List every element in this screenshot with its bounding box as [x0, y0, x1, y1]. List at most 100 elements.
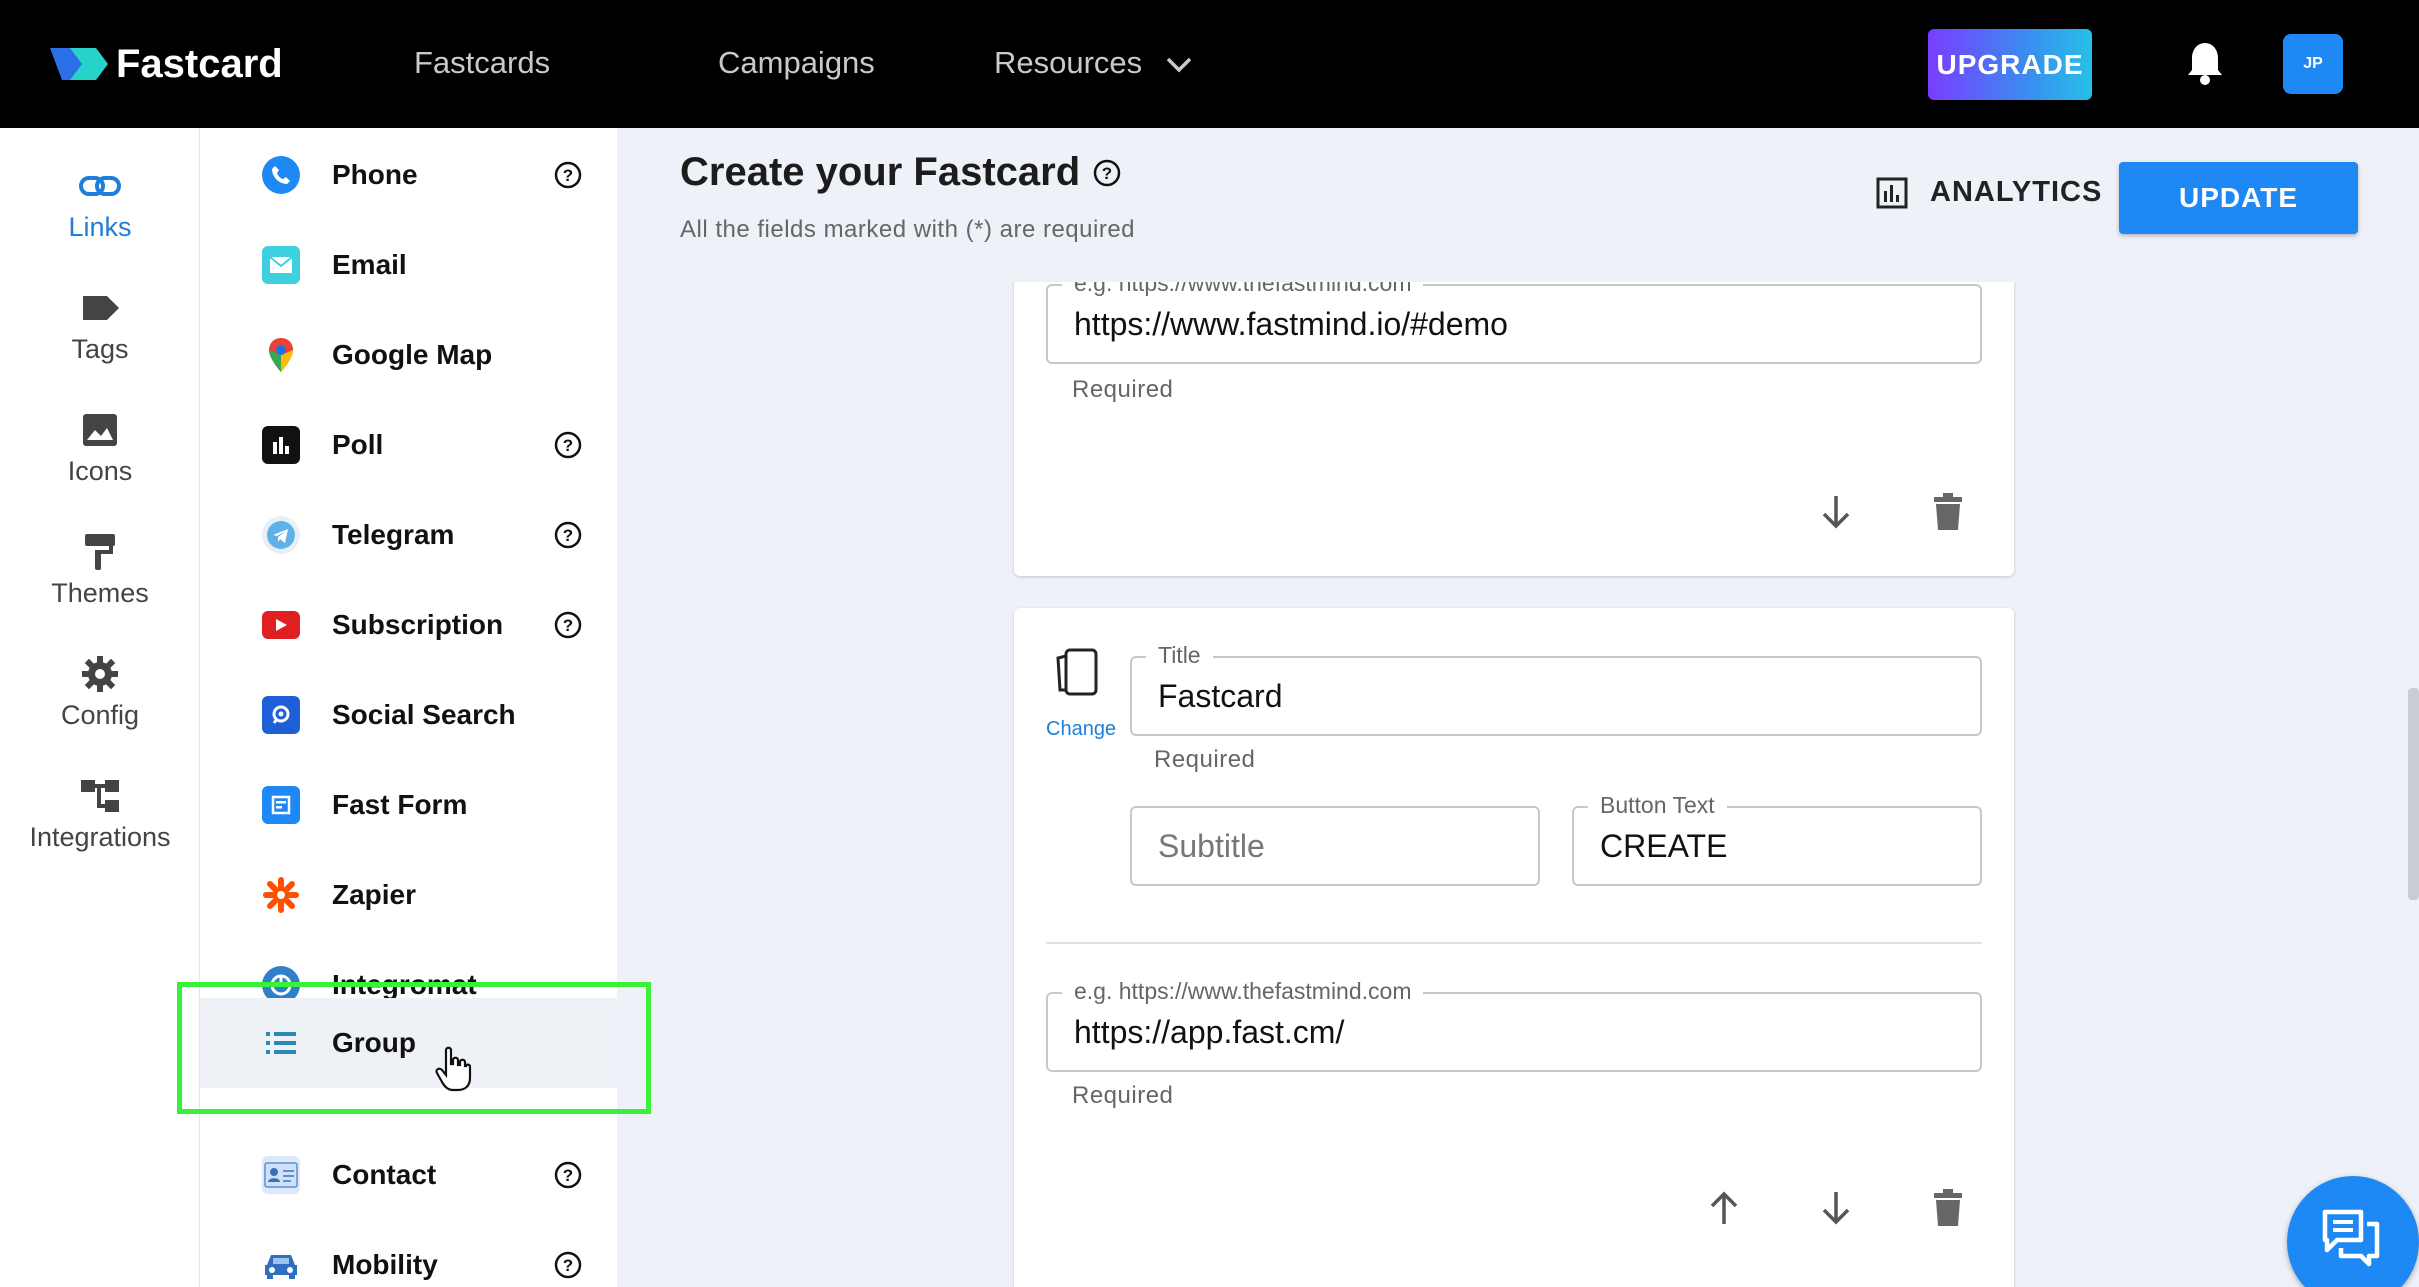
image-icon	[83, 414, 117, 446]
rail-label-themes: Themes	[51, 578, 149, 608]
chat-icon	[2322, 1209, 2380, 1267]
link-type-label: Integromat	[332, 969, 477, 1000]
link-type-label: Mobility	[332, 1249, 438, 1280]
svg-text:?: ?	[563, 1166, 573, 1185]
link-type-fast-form[interactable]: Fast Form	[200, 760, 617, 850]
fast-form-icon	[262, 786, 300, 824]
link-type-telegram[interactable]: Telegram ?	[200, 490, 617, 580]
link-card: e.g. https://www.thefastmind.com https:/…	[1014, 282, 2014, 576]
link-type-label: Subscription	[332, 609, 504, 640]
link-card-fastcard: Change Title Fastcard Required Subtitle …	[1014, 608, 2014, 1287]
subtitle-field[interactable]: Subtitle	[1130, 806, 1540, 886]
rail-label-integrations: Integrations	[29, 822, 171, 852]
page-subtitle: All the fields marked with (*) are requi…	[680, 216, 1136, 243]
links-editor[interactable]: e.g. https://www.thefastmind.com https:/…	[617, 282, 2419, 1287]
telegram-icon	[262, 516, 300, 554]
arrow-down-icon[interactable]	[1814, 490, 1858, 534]
trash-icon[interactable]	[1926, 490, 1970, 534]
rail-item-tags[interactable]: Tags	[0, 288, 200, 365]
rail-item-icons[interactable]: Icons	[0, 410, 200, 487]
page-title-text: Create your Fastcard	[680, 150, 1081, 194]
analytics-icon	[1876, 177, 1908, 208]
help-icon[interactable]: ?	[1092, 158, 1122, 188]
zapier-icon	[262, 876, 300, 914]
link-type-phone[interactable]: Phone ?	[200, 130, 617, 220]
url-field-value: https://www.fastmind.io/#demo	[1074, 305, 1508, 342]
rail-label-config: Config	[60, 700, 140, 730]
social-search-icon	[262, 696, 300, 734]
arrow-up-icon[interactable]	[1702, 1186, 1746, 1230]
link-type-label: Email	[332, 249, 407, 280]
gear-icon	[82, 656, 118, 692]
subtitle-placeholder: Subtitle	[1158, 827, 1265, 864]
link-type-label: Telegram	[332, 519, 455, 550]
phone-icon	[262, 156, 300, 194]
link-type-group[interactable]: Group	[200, 998, 617, 1088]
analytics-label: ANALYTICS	[1930, 176, 2103, 208]
rail-item-integrations[interactable]: Integrations	[0, 776, 200, 853]
link-type-label: Poll	[332, 429, 384, 460]
youtube-icon	[262, 611, 300, 639]
nav-resources-label: Resources	[994, 45, 1143, 80]
trash-icon[interactable]	[1926, 1186, 1970, 1230]
integration-icon	[81, 780, 119, 812]
link-type-subscription[interactable]: Subscription ?	[200, 580, 617, 670]
vertical-scrollbar[interactable]	[2408, 688, 2419, 900]
help-icon[interactable]: ?	[553, 160, 583, 190]
help-icon[interactable]: ?	[553, 1250, 583, 1280]
help-icon[interactable]: ?	[553, 430, 583, 460]
button-text-value: CREATE	[1600, 827, 1728, 864]
page-title: Create your Fastcard ?	[680, 150, 1122, 195]
arrow-down-icon[interactable]	[1814, 1186, 1858, 1230]
tag-icon	[83, 296, 119, 320]
car-icon	[262, 1246, 300, 1284]
link-types-panel: Phone ? Email Google Map Poll ? Telegram…	[200, 128, 617, 1287]
nav-resources[interactable]: Resources	[994, 40, 1193, 86]
title-field-value: Fastcard	[1158, 677, 1283, 714]
app-name: Fastcard	[116, 41, 283, 86]
url-field[interactable]: e.g. https://www.thefastmind.com https:/…	[1046, 978, 1982, 1072]
fastcard-logo[interactable]: Fastcard	[48, 38, 283, 90]
rail-label-tags: Tags	[71, 334, 129, 364]
rail-item-config[interactable]: Config	[0, 654, 200, 731]
link-type-mobility[interactable]: Mobility ?	[200, 1220, 617, 1287]
link-type-google-map[interactable]: Google Map	[200, 310, 617, 400]
rail-item-themes[interactable]: Themes	[0, 532, 200, 609]
link-type-poll[interactable]: Poll ?	[200, 400, 617, 490]
left-rail: Links Tags Icons Themes Config Integrati…	[0, 128, 200, 1287]
url-field-value: https://app.fast.cm/	[1074, 1013, 1345, 1050]
title-field[interactable]: Title Fastcard	[1130, 642, 1982, 736]
svg-text:?: ?	[563, 1256, 573, 1275]
change-icon-link[interactable]: Change	[1046, 718, 1116, 741]
link-type-zapier[interactable]: Zapier	[200, 850, 617, 940]
link-type-label: Zapier	[332, 879, 417, 910]
upgrade-button[interactable]: UPGRADE	[1928, 29, 2092, 100]
url-field[interactable]: e.g. https://www.thefastmind.com https:/…	[1046, 282, 1982, 364]
link-type-contact[interactable]: Contact ?	[200, 1130, 617, 1220]
nav-campaigns[interactable]: Campaigns	[718, 40, 875, 86]
contact-card-icon	[262, 1156, 300, 1194]
fastcard-logo-icon	[50, 48, 108, 80]
nav-fastcards[interactable]: Fastcards	[414, 40, 550, 86]
bell-icon[interactable]	[2186, 40, 2224, 86]
help-icon[interactable]: ?	[553, 610, 583, 640]
rail-item-links[interactable]: Links	[0, 166, 200, 243]
link-type-label: Google Map	[332, 339, 493, 370]
analytics-button[interactable]: ANALYTICS	[1876, 176, 2102, 209]
svg-text:?: ?	[1102, 164, 1112, 183]
link-icon	[79, 176, 121, 196]
button-text-field[interactable]: Button Text CREATE	[1572, 792, 1982, 886]
url-helper-text: Required	[1072, 1082, 1174, 1109]
update-button[interactable]: UPDATE	[2119, 162, 2358, 234]
svg-text:?: ?	[563, 526, 573, 545]
help-icon[interactable]: ?	[553, 1160, 583, 1190]
link-type-social-search[interactable]: Social Search	[200, 670, 617, 760]
chevron-down-icon	[1166, 57, 1192, 73]
help-icon[interactable]: ?	[553, 520, 583, 550]
card-icon[interactable]	[1054, 646, 1106, 698]
paint-roller-icon	[85, 534, 115, 570]
link-type-email[interactable]: Email	[200, 220, 617, 310]
link-type-label: Social Search	[332, 699, 516, 730]
link-type-label: Contact	[332, 1159, 437, 1190]
avatar[interactable]: JP	[2283, 34, 2343, 94]
